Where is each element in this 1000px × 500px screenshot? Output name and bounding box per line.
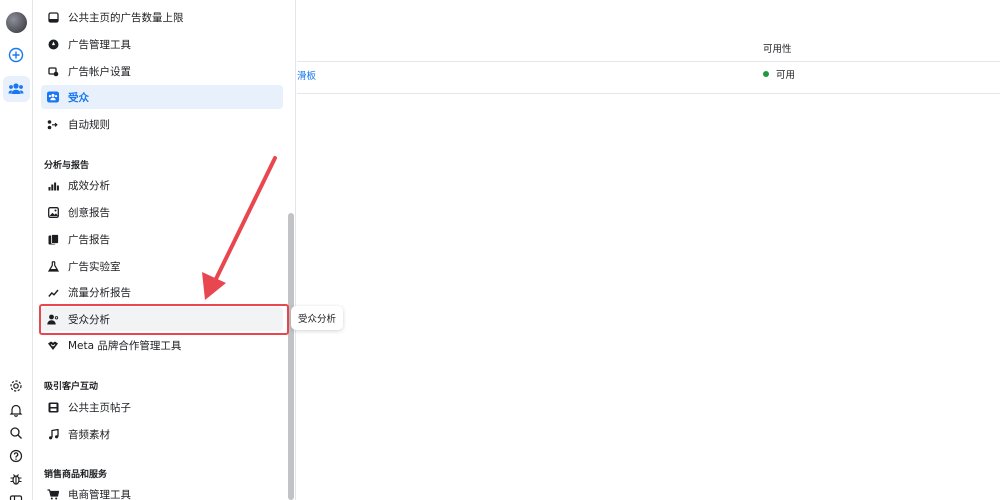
trend-icon: [47, 286, 59, 298]
music-note-icon: [47, 428, 59, 440]
section-title-engage: 吸引客户互动: [44, 382, 99, 392]
header-divider: [297, 61, 1000, 62]
menu-item-ads-reporting[interactable]: 广告报告: [41, 227, 283, 251]
highlight-box: [39, 304, 289, 335]
flask-icon: [47, 260, 59, 272]
handshake-icon: [47, 339, 59, 351]
audiences-icon: [47, 91, 59, 103]
bar-chart-icon: [47, 179, 59, 191]
audience-people-icon[interactable]: [4, 77, 28, 101]
section-title-analyze-report: 分析与报告: [44, 161, 90, 171]
ad-limit-icon: [47, 11, 59, 23]
menu-item-ad-limits[interactable]: 公共主页的广告数量上限: [41, 5, 283, 29]
menu-item-brand-collabs[interactable]: Meta 品牌合作管理工具: [41, 333, 283, 357]
status-dot: [763, 71, 769, 77]
cart-icon: [47, 488, 59, 500]
section-title-sell: 销售商品和服务: [44, 470, 108, 480]
menu-item-traffic-report[interactable]: 流量分析报告: [41, 280, 283, 304]
image-report-icon: [47, 206, 59, 218]
menu-item-performance[interactable]: 成效分析: [41, 173, 283, 197]
menu-item-sound-collection[interactable]: 音频素材: [41, 422, 283, 446]
icon-rail: [0, 0, 33, 500]
menu-item-ad-account-settings[interactable]: 广告帐户设置: [41, 59, 283, 83]
automated-rules-icon: [47, 118, 59, 130]
bell-icon[interactable]: [4, 398, 28, 422]
menu-item-creative-report[interactable]: 创意报告: [41, 200, 283, 224]
main-content: 可用性 滑板 可用: [297, 0, 1000, 500]
bug-report-icon[interactable]: [4, 467, 28, 491]
avatar[interactable]: [6, 12, 27, 33]
account-settings-icon: [47, 65, 59, 77]
menu-item-ads-manager[interactable]: 广告管理工具: [41, 32, 283, 56]
all-tools-menu: 公共主页的广告数量上限 广告管理工具 广告帐户设置 受众 自动规则 分析与报告 …: [33, 0, 296, 500]
menu-item-commerce-manager[interactable]: 电商管理工具: [41, 482, 283, 500]
ads-manager-icon: [47, 38, 59, 50]
gear-icon[interactable]: [4, 374, 28, 398]
create-plus-icon[interactable]: [4, 43, 28, 67]
help-icon[interactable]: [4, 444, 28, 468]
panel-icon[interactable]: [4, 489, 28, 500]
row-divider: [297, 93, 1000, 94]
availability-status: 可用: [763, 67, 795, 81]
column-header-availability: 可用性: [763, 44, 792, 55]
menu-scrollbar[interactable]: [288, 213, 294, 500]
search-icon[interactable]: [4, 421, 28, 445]
menu-item-automated-rules[interactable]: 自动规则: [41, 112, 283, 136]
menu-item-audiences[interactable]: 受众: [41, 85, 283, 109]
menu-item-page-posts[interactable]: 公共主页帖子: [41, 395, 283, 419]
menu-item-experiments[interactable]: 广告实验室: [41, 254, 283, 278]
page-posts-icon: [47, 401, 59, 413]
table-row-name-link[interactable]: 滑板: [297, 68, 316, 82]
status-text: 可用: [776, 70, 796, 81]
ads-report-icon: [47, 233, 59, 245]
